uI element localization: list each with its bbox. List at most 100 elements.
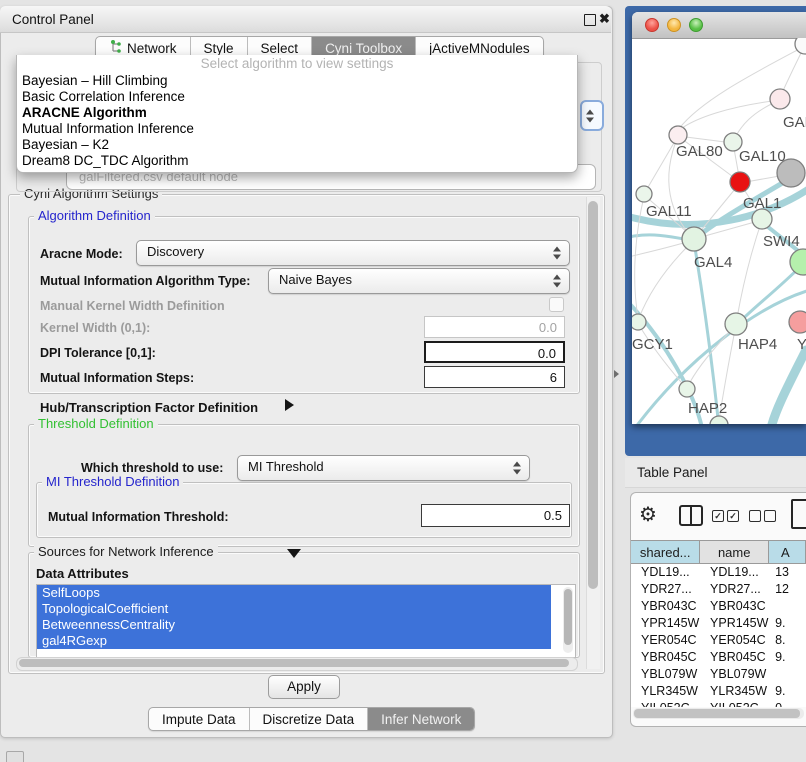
settings-horizontal-scrollbar[interactable]: [16, 657, 578, 671]
network-edge: [639, 240, 694, 318]
network-node-gal80[interactable]: [669, 126, 687, 144]
list-scrollbar[interactable]: [563, 587, 573, 653]
sources-title: Sources for Network Inference: [34, 545, 218, 559]
algorithm-definition-title: Algorithm Definition: [34, 209, 155, 223]
algorithm-option-list: Bayesian – Hill ClimbingBasic Correlatio…: [17, 73, 577, 169]
minimized-panel-icon[interactable]: [6, 751, 24, 762]
column-browser-icon[interactable]: [679, 505, 703, 526]
column-header-partial[interactable]: A: [769, 540, 806, 564]
dpi-tolerance-field[interactable]: 0.0: [424, 341, 565, 363]
tab-discretize-data[interactable]: Discretize Data: [250, 708, 369, 730]
attribute-list-item[interactable]: gal4RGexp: [37, 633, 551, 649]
table-cell: YIL052C: [631, 700, 701, 707]
float-panel-icon[interactable]: [584, 14, 596, 26]
algorithm-option[interactable]: Basic Correlation Inference: [17, 89, 577, 105]
network-node-label: GAL11: [646, 203, 692, 220]
apply-button[interactable]: Apply: [268, 675, 340, 699]
network-node-gal7[interactable]: [770, 89, 790, 109]
network-node-gal1[interactable]: [752, 209, 772, 229]
tab-impute-data[interactable]: Impute Data: [149, 708, 250, 730]
aracne-mode-combo[interactable]: Discovery: [136, 240, 570, 266]
gear-icon[interactable]: ⚙: [639, 502, 657, 527]
network-node-hap4[interactable]: [725, 313, 747, 335]
table-row[interactable]: YLR345WYLR345W9.: [631, 683, 806, 700]
table-row[interactable]: YBL079WYBL079W: [631, 666, 806, 683]
deselect-all-icon[interactable]: [749, 510, 761, 522]
table-cell: 9.: [770, 615, 806, 632]
select-all-icon[interactable]: ✓: [712, 510, 724, 522]
network-svg[interactable]: GAL7GAL80GAL10GAL1GAL11SWI4GAL4GCY1HAP4Y…: [632, 38, 806, 424]
zoom-window-icon[interactable]: [689, 18, 703, 32]
table-cell: YDR27...: [701, 581, 770, 598]
mi-threshold-title: MI Threshold Definition: [42, 475, 183, 489]
table-cell: [770, 666, 806, 683]
table-row[interactable]: YDR27...YDR27...12: [631, 581, 806, 598]
table-row[interactable]: YPR145WYPR145W9.: [631, 615, 806, 632]
table-row[interactable]: YIL052CYIL052C0.: [631, 700, 806, 707]
table-row[interactable]: YBR043CYBR043C: [631, 598, 806, 615]
mi-algorithm-type-combo[interactable]: Naive Bayes: [268, 268, 570, 294]
table-cell: YBL079W: [701, 666, 770, 683]
network-node-label: GAL80: [676, 143, 723, 160]
close-panel-icon[interactable]: ✖: [599, 11, 610, 27]
table-row[interactable]: YBR045CYBR045C9.: [631, 649, 806, 666]
settings-vertical-scrollbar[interactable]: [586, 197, 600, 669]
table-cell: 13: [770, 564, 806, 581]
split-divider-arrow[interactable]: [614, 370, 619, 378]
algorithm-option[interactable]: ARACNE Algorithm: [17, 105, 577, 121]
close-window-icon[interactable]: [645, 18, 659, 32]
network-node[interactable]: [730, 172, 750, 192]
mi-steps-field[interactable]: 6: [424, 366, 565, 388]
attribute-list-item[interactable]: SelfLoops: [37, 585, 551, 601]
network-node-gcy1[interactable]: [632, 314, 646, 330]
which-threshold-combo[interactable]: MI Threshold: [237, 455, 530, 481]
table-cell: YBR045C: [701, 649, 770, 666]
column-header-shared-name[interactable]: shared...: [631, 540, 700, 564]
manual-kernel-width-checkbox[interactable]: [549, 297, 564, 312]
table-horizontal-scrollbar[interactable]: [633, 708, 804, 719]
algorithm-option[interactable]: Bayesian – K2: [17, 137, 577, 153]
algorithm-option[interactable]: Dream8 DC_TDC Algorithm: [17, 153, 577, 169]
deselect-all-icon[interactable]: [764, 510, 776, 522]
dpi-tolerance-label: DPI Tolerance [0,1]:: [40, 346, 156, 360]
network-edge: [639, 325, 688, 390]
expand-arrow-icon[interactable]: [285, 399, 294, 411]
algorithm-option[interactable]: Mutual Information Inference: [17, 121, 577, 137]
table-cell: 9.: [770, 683, 806, 700]
select-all-icon[interactable]: ✓: [727, 510, 739, 522]
table-row[interactable]: YDL19...YDL19...13: [631, 564, 806, 581]
table-cell: YDR27...: [631, 581, 701, 598]
attribute-list-item[interactable]: BetweennessCentrality: [37, 617, 551, 633]
table-cell: YLR345W: [701, 683, 770, 700]
attribute-list-item[interactable]: TopologicalCoefficient: [37, 601, 551, 617]
app-root: Control Panel ✖ Network Style Select Cyn…: [0, 0, 806, 762]
network-node-y[interactable]: [789, 311, 806, 333]
network-node[interactable]: [710, 416, 728, 424]
network-node-gal11[interactable]: [636, 186, 652, 202]
cyni-bottom-tabbar: Impute Data Discretize Data Infer Networ…: [148, 707, 475, 731]
threshold-definition-title: Threshold Definition: [34, 417, 158, 431]
kernel-width-field[interactable]: 0.0: [424, 316, 565, 338]
algorithm-option[interactable]: Bayesian – Hill Climbing: [17, 73, 577, 89]
network-edge: [644, 136, 678, 194]
network-node-swi4[interactable]: [790, 249, 806, 275]
network-node-gal4[interactable]: [682, 227, 706, 251]
table-cell: YBL079W: [631, 666, 701, 683]
data-attributes-list: SelfLoopsTopologicalCoefficientBetweenne…: [36, 584, 576, 658]
minimize-window-icon[interactable]: [667, 18, 681, 32]
table-panel-title: Table Panel: [637, 465, 708, 480]
collapse-arrow-icon[interactable]: [287, 549, 301, 558]
focused-combo-stepper[interactable]: [580, 100, 604, 131]
table-cell: [770, 598, 806, 615]
column-header-name[interactable]: name: [700, 540, 769, 564]
tab-infer-network[interactable]: Infer Network: [368, 708, 474, 730]
network-edge: [678, 100, 780, 131]
table-cell: YPR145W: [701, 615, 770, 632]
export-table-icon[interactable]: [791, 499, 806, 529]
network-node-hap2[interactable]: [679, 381, 695, 397]
algorithm-dropdown-popup: Select algorithm to view settings Bayesi…: [16, 55, 578, 173]
table-row[interactable]: YER054CYER054C8.: [631, 632, 806, 649]
network-node[interactable]: [795, 38, 806, 54]
mi-threshold-label: Mutual Information Threshold:: [48, 510, 229, 524]
mi-threshold-field[interactable]: 0.5: [421, 504, 570, 527]
